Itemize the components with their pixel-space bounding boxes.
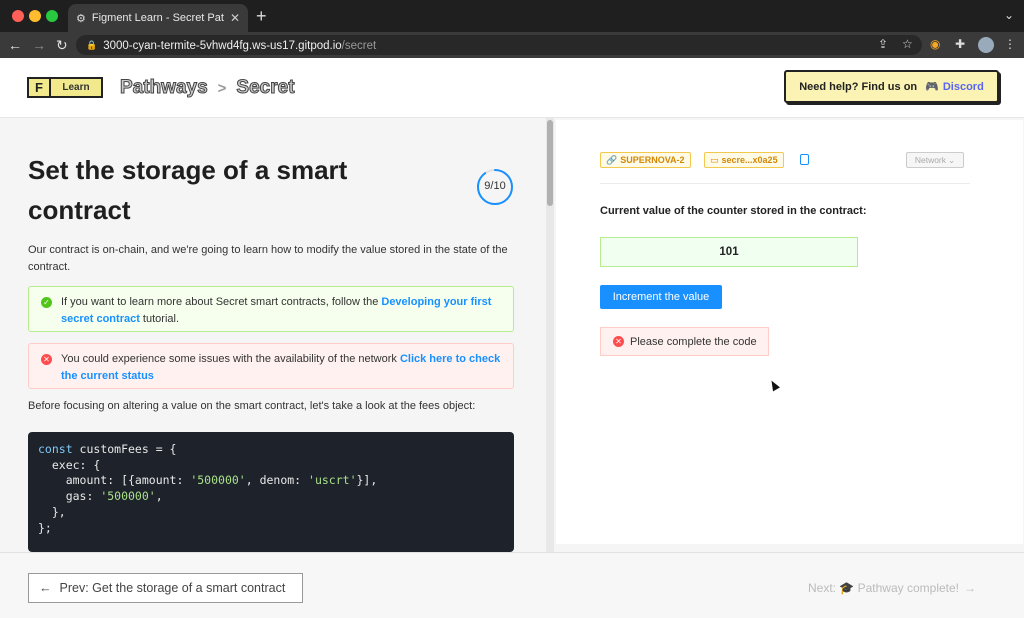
link-icon: 🔗 (606, 154, 618, 165)
reload-icon[interactable]: ↻ (56, 36, 68, 54)
chevron-down-icon: ⌄ (948, 154, 956, 165)
discord-icon: 🎮 (925, 81, 939, 93)
error-tag: ✕ Please complete the code (600, 327, 769, 356)
wallet-icon: ▭ (710, 154, 719, 165)
share-icon[interactable]: ⇪ (878, 37, 888, 51)
discord-link[interactable]: 🎮 Discord (925, 80, 984, 94)
browser-tab[interactable]: ⚙ Figment Learn - Secret Pathway ✕ (68, 4, 248, 32)
error-text: Please complete the code (630, 335, 757, 348)
app-header: F Learn Pathways > Secret Need help? Fin… (0, 58, 1024, 118)
scrollbar-thumb[interactable] (547, 120, 553, 206)
info-text-before: If you want to learn more about Secret s… (61, 296, 382, 308)
prev-step-button[interactable]: ← Prev: Get the storage of a smart contr… (28, 573, 303, 603)
code-block: const customFees = { exec: { amount: [{a… (28, 432, 514, 552)
url-path: /secret (341, 40, 377, 52)
code-line: exec: { (38, 457, 101, 472)
counter-value: 101 (600, 237, 858, 267)
fees-intro-text: Before focusing on altering a value on t… (28, 400, 476, 412)
breadcrumb: Pathways > Secret (120, 77, 296, 99)
breadcrumb-pathways[interactable]: Pathways (120, 77, 209, 99)
page-title: Set the storage of a smart contract (28, 155, 348, 225)
arrow-left-icon: ← (39, 581, 52, 595)
info-alert: ✓ If you want to learn more about Secret… (28, 286, 514, 332)
divider (600, 183, 970, 184)
browser-menu-icon[interactable]: ⋮ (1004, 37, 1016, 51)
new-tab-icon[interactable]: + (256, 6, 267, 27)
url-host: 3000-cyan-termite-5vhwd4fg.ws-us17.gitpo… (103, 40, 342, 52)
close-window-icon[interactable] (12, 10, 24, 22)
browser-tab-bar: ⚙ Figment Learn - Secret Pathway ✕ + ⌄ (0, 0, 1024, 32)
step-progress-text: 9/10 (484, 180, 506, 192)
tab-favicon-icon: ⚙ (76, 12, 86, 25)
code-line: }, (38, 504, 66, 519)
warning-alert: ✕ You could experience some issues with … (28, 343, 514, 389)
address-bar[interactable]: 🔒 3000-cyan-termite-5vhwd4fg.ws-us17.git… (76, 35, 922, 55)
maximize-window-icon[interactable] (46, 10, 58, 22)
close-circle-icon: ✕ (41, 354, 52, 365)
extension-g-icon[interactable]: ◉ (930, 37, 940, 51)
breadcrumb-separator: > (217, 79, 227, 97)
code-line: amount: [{amount: '500000', denom: 'uscr… (38, 473, 378, 488)
address-chip-label: secre...x0a25 (721, 155, 778, 165)
lesson-intro: Our contract is on-chain, and we're goin… (28, 244, 508, 273)
error-circle-icon: ✕ (613, 336, 624, 347)
tab-close-icon[interactable]: ✕ (230, 11, 240, 25)
next-step-label: Next: 🎓 Pathway complete! (808, 581, 960, 595)
network-select-label: Network (914, 155, 947, 165)
code-line: const customFees = { (38, 442, 177, 456)
next-step-button[interactable]: Next: 🎓 Pathway complete! → (808, 581, 976, 595)
lesson-scrollbar[interactable] (546, 118, 554, 552)
bookmark-star-icon[interactable]: ☆ (902, 37, 913, 51)
check-circle-icon: ✓ (41, 297, 52, 308)
network-select[interactable]: Network ⌄ (906, 152, 964, 168)
discord-help-button[interactable]: Need help? Find us on 🎮 Discord (784, 70, 999, 103)
logo-text: Learn (62, 82, 90, 93)
network-chip: 🔗 SUPERNOVA-2 (600, 152, 691, 168)
logo-letter: F (29, 79, 51, 96)
back-arrow-icon[interactable]: ← (8, 36, 22, 54)
code-line: }; (38, 520, 52, 535)
extensions-puzzle-icon[interactable]: ✚ (955, 37, 965, 51)
prev-step-label: Prev: Get the storage of a smart contrac… (59, 581, 286, 595)
help-text: Need help? Find us on (799, 80, 918, 93)
copy-icon[interactable] (800, 154, 809, 165)
minimize-window-icon[interactable] (29, 10, 41, 22)
code-line: gas: '500000', (38, 489, 163, 504)
profile-avatar[interactable] (978, 37, 994, 53)
breadcrumb-secret[interactable]: Secret (236, 77, 295, 99)
tab-title: Figment Learn - Secret Pathway (91, 12, 224, 24)
browser-toolbar: ← → ↻ 🔒 3000-cyan-termite-5vhwd4fg.ws-us… (0, 32, 1024, 58)
warning-text: You could experience some issues with th… (61, 353, 400, 365)
increment-button[interactable]: Increment the value (600, 285, 722, 309)
counter-label: Current value of the counter stored in t… (600, 205, 867, 217)
discord-label: Discord (942, 80, 984, 93)
lock-icon: 🔒 (86, 39, 98, 50)
address-chip: ▭ secre...x0a25 (704, 152, 784, 168)
info-text-after: tutorial. (139, 313, 180, 325)
arrow-right-icon: → (964, 581, 977, 595)
network-chip-label: SUPERNOVA-2 (620, 155, 685, 165)
tab-list-chevron-icon[interactable]: ⌄ (1004, 8, 1014, 22)
forward-arrow-icon[interactable]: → (32, 36, 46, 54)
figment-learn-logo[interactable]: F Learn (27, 77, 103, 98)
